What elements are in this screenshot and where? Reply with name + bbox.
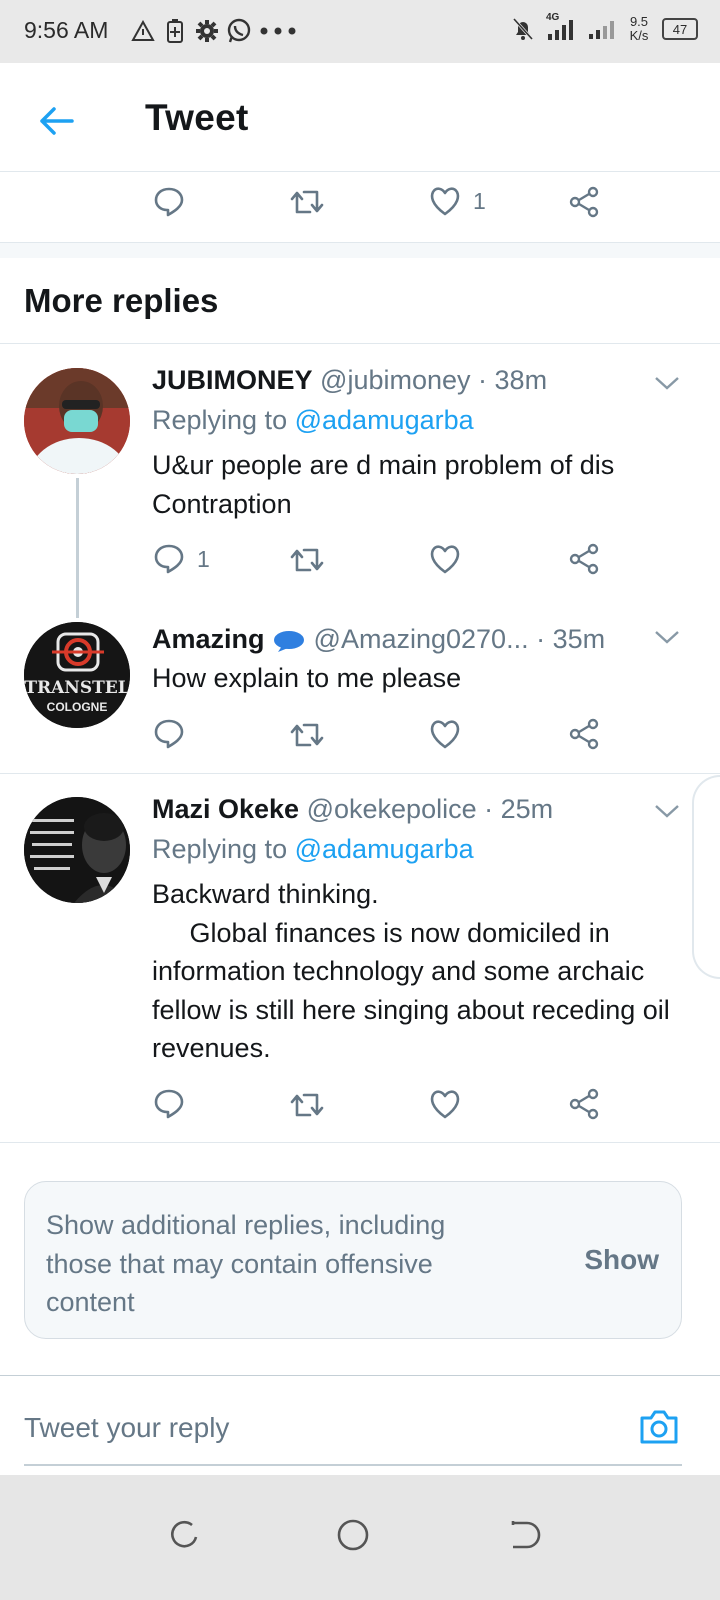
page-title: Tweet: [145, 97, 249, 138]
section-separator: [0, 242, 720, 258]
retweet-button[interactable]: [289, 721, 325, 749]
retweet-icon: [290, 1093, 324, 1117]
retweet-icon: [290, 548, 324, 572]
author-handle[interactable]: @jubimoney: [320, 365, 470, 395]
avatar-label: COLOGNE: [46, 700, 108, 714]
retweet-icon: [290, 190, 324, 214]
heart-icon: [430, 720, 460, 749]
battery-indicator: 47: [662, 18, 698, 40]
tweet-reply-input[interactable]: Tweet your reply: [24, 1412, 229, 1444]
chevron-down-icon[interactable]: [654, 803, 680, 819]
home-icon[interactable]: [335, 1517, 371, 1553]
signal-bars-icon: [586, 14, 616, 44]
share-button[interactable]: [568, 718, 600, 750]
replying-to: Replying to @adamugarba: [152, 405, 474, 435]
retweet-icon: [290, 723, 324, 747]
tweet-time: · 38m: [478, 365, 548, 395]
chevron-down-icon[interactable]: [654, 629, 680, 645]
reply-icon: [154, 719, 184, 749]
edge-panel-handle[interactable]: [692, 775, 720, 979]
author-name[interactable]: JUBIMONEY: [152, 365, 313, 395]
top-header: Tweet: [0, 63, 720, 172]
network-rate: 9.5 K/s: [629, 14, 649, 43]
heart-icon: [430, 545, 460, 574]
retweet-button[interactable]: [289, 546, 325, 574]
camera-icon[interactable]: [638, 1408, 680, 1446]
thread-line: [76, 478, 79, 618]
heart-icon: [430, 187, 460, 216]
divider: [0, 1142, 720, 1143]
mention-link[interactable]: @adamugarba: [295, 834, 474, 864]
more-replies-heading: More replies: [24, 282, 219, 319]
like-button[interactable]: 1: [429, 186, 486, 216]
avatar[interactable]: [24, 368, 130, 474]
signal-4g-icon: 4G: [544, 12, 578, 44]
settings-gear-icon: [194, 16, 220, 46]
back-icon[interactable]: [505, 1517, 541, 1553]
share-icon: [569, 718, 599, 750]
share-button[interactable]: [568, 186, 600, 218]
like-button[interactable]: [429, 1089, 461, 1119]
reply-button[interactable]: [153, 1088, 185, 1120]
additional-replies-box: Show additional replies, including those…: [24, 1181, 682, 1339]
recent-apps-icon[interactable]: [166, 1517, 202, 1553]
share-icon: [569, 1088, 599, 1120]
replying-to: Replying to @adamugarba: [152, 834, 474, 864]
back-arrow-icon[interactable]: [36, 101, 76, 141]
author-name[interactable]: Mazi Okeke: [152, 794, 299, 824]
like-button[interactable]: [429, 719, 461, 749]
input-underline: [24, 1464, 682, 1466]
reply-icon: [154, 1089, 184, 1119]
tweet-text: Backward thinking. Global finances is no…: [152, 879, 670, 1063]
reply-button[interactable]: [153, 186, 185, 218]
notifications-muted-icon: [510, 14, 536, 44]
reply-composer: Tweet your reply: [0, 1375, 720, 1476]
tweet-text: How explain to me please: [152, 663, 462, 693]
reply-button[interactable]: [153, 718, 185, 750]
like-button[interactable]: [429, 544, 461, 574]
avatar[interactable]: [24, 797, 130, 903]
retweet-button[interactable]: [289, 188, 325, 216]
status-bar: 9:56 AM 4G 9.5 K/s 47: [0, 0, 720, 63]
status-time: 9:56 AM: [24, 17, 109, 43]
author-name[interactable]: Amazing: [152, 624, 265, 654]
author-handle[interactable]: @Amazing0270...: [314, 624, 529, 654]
divider: [0, 773, 720, 774]
heart-icon: [430, 1090, 460, 1119]
author-handle[interactable]: @okekepolice: [307, 794, 477, 824]
reply-count: 1: [197, 545, 210, 572]
reply-icon: [154, 187, 184, 217]
warning-icon: [130, 16, 156, 46]
battery-saver-icon: [162, 16, 188, 46]
divider: [0, 343, 720, 344]
tweet-time: · 25m: [484, 794, 554, 824]
reply-icon: [154, 544, 184, 574]
tweet-time: · 35m: [536, 624, 606, 654]
whatsapp-icon: [226, 16, 252, 46]
share-icon: [569, 186, 599, 218]
chevron-down-icon[interactable]: [654, 375, 680, 391]
avatar[interactable]: TRANSTEL COLOGNE: [24, 622, 130, 728]
system-nav-bar: [0, 1475, 720, 1600]
retweet-button[interactable]: [289, 1091, 325, 1119]
reply-button[interactable]: 1: [153, 543, 210, 575]
show-button[interactable]: Show: [584, 1244, 659, 1276]
share-button[interactable]: [568, 1088, 600, 1120]
additional-replies-message: Show additional replies, including those…: [46, 1210, 446, 1317]
mention-link[interactable]: @adamugarba: [295, 405, 474, 435]
speech-bubble-emoji-icon: [274, 630, 305, 652]
tweet-text: U&ur people are d main problem of dis Co…: [152, 450, 622, 519]
avatar-label: TRANSTEL: [24, 678, 130, 698]
more-dots-icon: [258, 16, 298, 46]
share-icon: [569, 543, 599, 575]
share-button[interactable]: [568, 543, 600, 575]
like-count: 1: [473, 187, 486, 214]
